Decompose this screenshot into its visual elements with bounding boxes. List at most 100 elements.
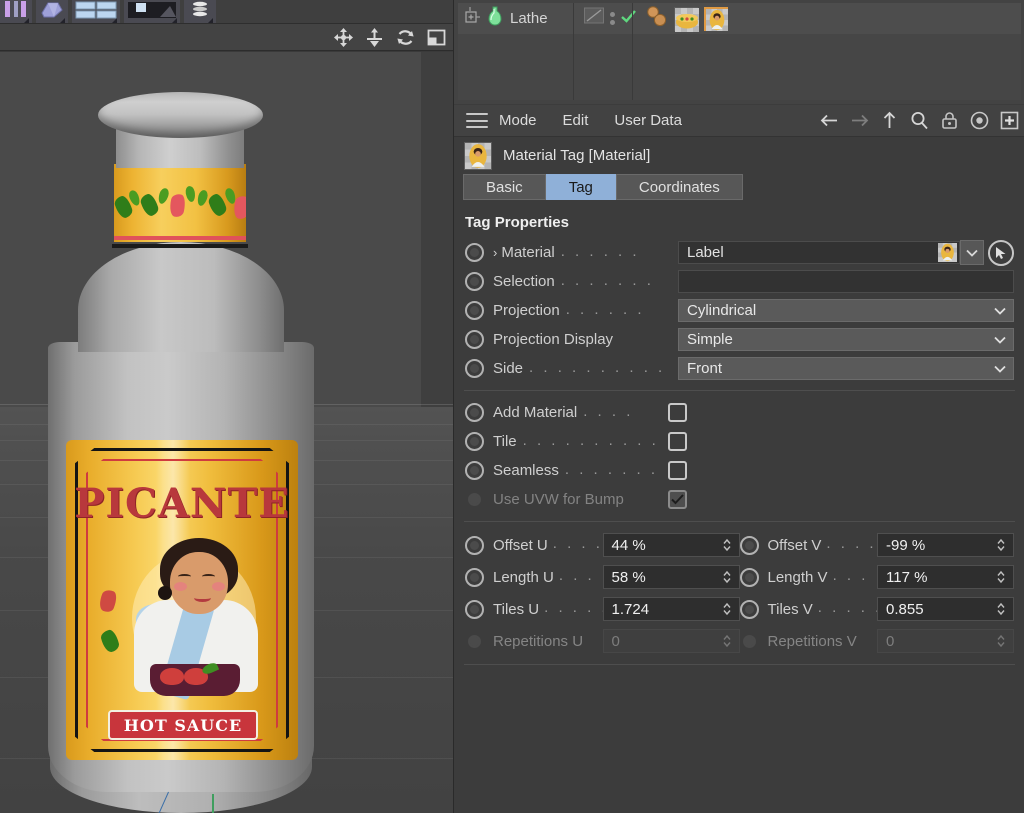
menu-edit[interactable]: Edit <box>563 112 589 129</box>
keyframe-dot-seamless[interactable] <box>465 461 484 480</box>
field-tiles-v: Tiles V . . . . . 0.855 <box>739 597 1014 621</box>
checkbox-seamless[interactable] <box>668 461 687 480</box>
label-tile: Tile <box>493 433 517 450</box>
search-icon[interactable] <box>909 110 930 131</box>
spinner-tiles-v[interactable] <box>993 602 1009 616</box>
material-dropdown-button[interactable] <box>960 240 984 265</box>
material-pick-button[interactable] <box>988 239 1014 266</box>
object-tags-cell[interactable] <box>633 3 1021 34</box>
bottle-3d-object[interactable]: PICANTE HOT SAUCE <box>18 92 318 813</box>
projection-display-dropdown[interactable]: Simple <box>678 328 1014 351</box>
spinner-length-v[interactable] <box>993 570 1009 584</box>
render-view-icon[interactable] <box>126 1 178 23</box>
chevron-down-icon[interactable] <box>994 360 1006 377</box>
lock-icon[interactable] <box>939 110 960 131</box>
keyframe-dot-side[interactable] <box>465 359 484 378</box>
material-thumbnail-icon[interactable] <box>938 243 957 262</box>
object-manager-empty-area[interactable] <box>458 34 1021 100</box>
hamburger-icon[interactable] <box>466 113 488 128</box>
checkbox-tile[interactable] <box>668 432 687 451</box>
attribute-manager-menubar: Mode Edit User Data <box>454 105 1024 137</box>
spinner-tiles-u[interactable] <box>719 602 735 616</box>
input-repetitions-v: 0 <box>877 629 1014 653</box>
keyframe-dot-selection[interactable] <box>465 272 484 291</box>
viewport-3d[interactable]: PICANTE HOT SAUCE <box>0 52 453 813</box>
keyframe-dot-add-material[interactable] <box>465 403 484 422</box>
add-icon[interactable] <box>999 110 1020 131</box>
keyframe-dot-tiles-v[interactable] <box>739 599 759 619</box>
rotate-icon[interactable] <box>395 27 416 48</box>
spinner-offset-u[interactable] <box>719 538 735 552</box>
menu-mode[interactable]: Mode <box>499 112 537 129</box>
property-row-side: Side . . . . . . . . . . Front <box>465 354 1014 383</box>
keyframe-dot-tile[interactable] <box>465 432 484 451</box>
keyframe-dot-offset-u[interactable] <box>465 535 484 555</box>
input-length-v[interactable]: 117 % <box>877 565 1014 589</box>
divider-1 <box>464 390 1015 391</box>
object-name-cell[interactable]: Lathe <box>458 3 573 34</box>
attribute-manager-toolbar-icons <box>819 110 1020 131</box>
checkbox-add-material[interactable] <box>668 403 687 422</box>
up-arrow-icon[interactable] <box>879 110 900 131</box>
tab-coordinates[interactable]: Coordinates <box>615 174 743 200</box>
visibility-dots-icon[interactable] <box>610 12 615 25</box>
spinner-length-u[interactable] <box>719 570 735 584</box>
expand-chevron-icon[interactable]: › <box>493 245 497 260</box>
toolbar-group-selection-tools[interactable] <box>36 0 68 23</box>
chevron-down-icon[interactable] <box>994 302 1006 319</box>
toolbar-group-render-tools[interactable] <box>124 0 180 23</box>
numeric-row-offset: Offset U . . . . 44 % Offset V . . . . -… <box>465 529 1014 561</box>
menu-user-data[interactable]: User Data <box>614 112 682 129</box>
polygon-pen-icon[interactable] <box>2 1 30 23</box>
viewport-layout-icon[interactable] <box>74 1 118 23</box>
scale-icon[interactable] <box>364 27 385 48</box>
keyframe-dot-material[interactable] <box>465 243 484 262</box>
back-arrow-icon[interactable] <box>819 110 840 131</box>
layer-swatch-icon[interactable] <box>584 7 605 30</box>
label-texture-tag-icon[interactable] <box>704 6 728 31</box>
input-offset-u[interactable]: 44 % <box>602 533 740 557</box>
array-object-icon[interactable] <box>186 1 214 23</box>
side-dropdown[interactable]: Front <box>678 357 1014 380</box>
toolbar-group-object-tools[interactable] <box>184 0 216 23</box>
keyframe-dot-length-u[interactable] <box>465 567 484 587</box>
toolbar-group-viewport-layout[interactable] <box>72 0 120 23</box>
input-length-u[interactable]: 58 % <box>602 565 740 589</box>
input-tiles-u[interactable]: 1.724 <box>602 597 740 621</box>
polygon-selection-icon[interactable] <box>38 1 66 23</box>
move-icon[interactable] <box>333 27 354 48</box>
input-tiles-v[interactable]: 0.855 <box>877 597 1014 621</box>
axis-y-line <box>212 794 214 813</box>
bottle-texture-tag-icon[interactable] <box>674 6 699 32</box>
divider-2 <box>464 521 1015 522</box>
object-manager-row[interactable]: Lathe <box>458 3 1021 34</box>
label-add-material: Add Material <box>493 404 578 421</box>
object-visibility-cell[interactable] <box>574 3 636 34</box>
plus-box-icon[interactable] <box>465 7 481 30</box>
chevron-down-icon[interactable] <box>994 331 1006 348</box>
keyframe-dot-tiles-u[interactable] <box>465 599 484 619</box>
selection-field[interactable] <box>678 270 1014 293</box>
material-sphere-tag-icon[interactable] <box>644 4 668 33</box>
keyframe-dot-length-v[interactable] <box>739 567 759 587</box>
tab-basic[interactable]: Basic <box>463 174 546 200</box>
field-tiles-u: Tiles U . . . . . 1.724 <box>465 597 740 621</box>
projection-dropdown[interactable]: Cylindrical <box>678 299 1014 322</box>
material-field[interactable]: Label <box>678 241 960 264</box>
label-length-u: Length U <box>493 568 554 586</box>
label-tiles-u: Tiles U <box>493 600 540 618</box>
toolbar-group-polygon-tools[interactable] <box>0 0 32 23</box>
spinner-offset-v[interactable] <box>993 538 1009 552</box>
forward-arrow-icon[interactable] <box>849 110 870 131</box>
dotfill-side: . . . . . . . . . . <box>529 358 666 376</box>
tab-tag[interactable]: Tag <box>545 174 616 200</box>
keyframe-dot-projection[interactable] <box>465 301 484 320</box>
target-icon[interactable] <box>969 110 990 131</box>
field-length-u: Length U . . . 58 % <box>465 565 740 589</box>
input-repetitions-u: 0 <box>602 629 740 653</box>
label-seamless: Seamless <box>493 462 559 479</box>
input-offset-v[interactable]: -99 % <box>877 533 1014 557</box>
keyframe-dot-projection-display[interactable] <box>465 330 484 349</box>
keyframe-dot-offset-v[interactable] <box>739 535 759 555</box>
maximize-viewport-icon[interactable] <box>426 27 447 48</box>
